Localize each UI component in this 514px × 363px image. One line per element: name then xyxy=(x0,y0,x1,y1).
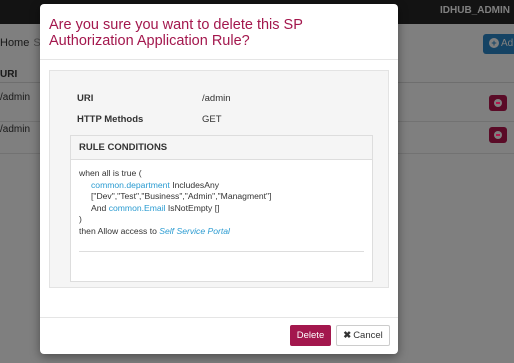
divider xyxy=(79,251,364,252)
uri-label: URI xyxy=(77,93,94,104)
condition-operator: IncludesAny xyxy=(169,179,220,190)
condition-and: And xyxy=(91,202,109,213)
condition-attribute: common.department xyxy=(91,179,170,190)
condition-1-values: ["Dev","Test","Business","Admin","Managm… xyxy=(91,191,272,202)
dialog-body: URI /admin HTTP Methods GET RULE CONDITI… xyxy=(40,60,398,317)
dialog-header: Are you sure you want to delete this SP … xyxy=(40,4,398,60)
rule-conditions-panel: RULE CONDITIONS when all is true ( commo… xyxy=(70,135,373,282)
close-icon: ✖ xyxy=(343,330,352,341)
dialog-footer: Delete ✖ Cancel xyxy=(40,317,398,354)
rule-action: then Allow access to Self Service Portal xyxy=(79,226,372,238)
condition-close: ) xyxy=(79,214,82,225)
http-methods-value: GET xyxy=(202,114,222,125)
cancel-button[interactable]: ✖ Cancel xyxy=(336,325,390,346)
portal-link[interactable]: Self Service Portal xyxy=(159,226,230,236)
rule-action-text: then Allow access to xyxy=(79,225,160,236)
rule-conditions-heading: RULE CONDITIONS xyxy=(71,136,372,160)
delete-button[interactable]: Delete xyxy=(290,325,331,346)
cancel-button-label: Cancel xyxy=(353,330,383,341)
condition-operator: IsNotEmpty [] xyxy=(165,202,220,213)
condition-open: when all is true ( xyxy=(79,168,142,178)
http-methods-label: HTTP Methods xyxy=(77,114,144,125)
uri-value: /admin xyxy=(202,93,231,104)
rule-details-panel: URI /admin HTTP Methods GET RULE CONDITI… xyxy=(49,70,389,288)
condition-1: common.department IncludesAny xyxy=(91,180,372,192)
delete-confirm-dialog: Are you sure you want to delete this SP … xyxy=(40,4,398,354)
rule-conditions-body: when all is true ( common.department Inc… xyxy=(71,160,372,238)
condition-attribute: common.Email xyxy=(108,202,166,213)
condition-2: And common.Email IsNotEmpty [] xyxy=(91,203,372,215)
dialog-title: Are you sure you want to delete this SP … xyxy=(49,17,303,49)
